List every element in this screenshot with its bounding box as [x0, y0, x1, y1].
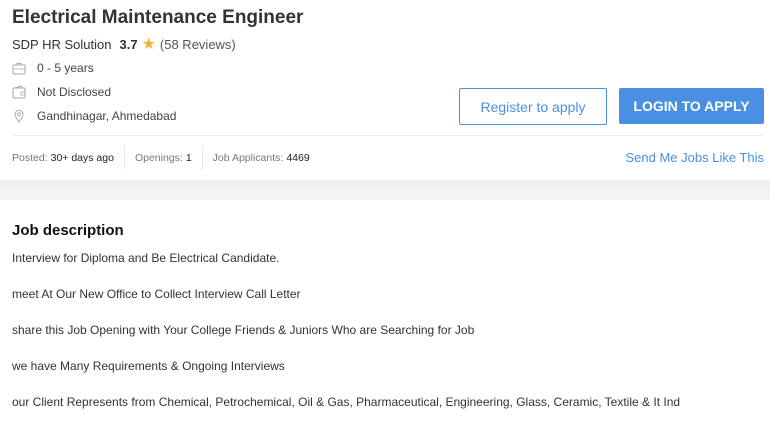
- description-line: share this Job Opening with Your College…: [12, 323, 475, 337]
- company-name[interactable]: SDP HR Solution: [12, 37, 111, 52]
- location-row: Gandhinagar, Ahmedabad: [12, 109, 176, 123]
- star-icon: ★: [141, 36, 156, 53]
- salary-value: Not Disclosed: [37, 85, 112, 99]
- job-title: Electrical Maintenance Engineer: [12, 7, 304, 28]
- openings-value: 1: [185, 152, 192, 164]
- location-pin-icon: [12, 109, 26, 123]
- applicants-label: Job Applicants:: [212, 152, 284, 164]
- section-separator: [0, 180, 770, 200]
- applicants-stat: Job Applicants: 4469: [213, 146, 310, 170]
- description-line: meet At Our New Office to Collect Interv…: [12, 287, 301, 301]
- login-to-apply-button[interactable]: LOGIN TO APPLY: [619, 88, 764, 124]
- wallet-icon: [12, 85, 26, 99]
- job-stats-row: Posted: 30+ days ago Openings: 1 Job App…: [12, 146, 310, 170]
- reviews-link[interactable]: (58 Reviews): [160, 37, 236, 52]
- divider: [123, 146, 125, 170]
- posted-label: Posted:: [12, 152, 48, 164]
- job-header-card: Electrical Maintenance Engineer SDP HR S…: [0, 0, 770, 180]
- briefcase-icon: [12, 61, 26, 75]
- openings-label: Openings:: [134, 152, 183, 164]
- description-line: we have Many Requirements & Ongoing Inte…: [12, 359, 285, 373]
- posted-value: 30+ days ago: [50, 152, 114, 164]
- divider: [12, 135, 764, 136]
- salary-row: Not Disclosed: [12, 85, 111, 99]
- openings-stat: Openings: 1: [135, 146, 192, 170]
- send-me-jobs-like-this-link[interactable]: Send Me Jobs Like This: [626, 150, 765, 165]
- description-line: Interview for Diploma and Be Electrical …: [12, 251, 280, 265]
- divider: [201, 146, 203, 170]
- register-to-apply-button[interactable]: Register to apply: [459, 88, 607, 125]
- posted-stat: Posted: 30+ days ago: [12, 146, 114, 170]
- applicants-value: 4469: [286, 152, 310, 164]
- experience-value: 0 - 5 years: [37, 61, 94, 75]
- location-value[interactable]: Gandhinagar, Ahmedabad: [37, 109, 176, 123]
- job-description-heading: Job description: [12, 222, 124, 239]
- description-line: our Client Represents from Chemical, Pet…: [12, 395, 681, 409]
- company-rating: 3.7: [119, 37, 138, 52]
- company-row: SDP HR Solution 3.7 ★ (58 Reviews): [12, 36, 236, 53]
- experience-row: 0 - 5 years: [12, 61, 94, 75]
